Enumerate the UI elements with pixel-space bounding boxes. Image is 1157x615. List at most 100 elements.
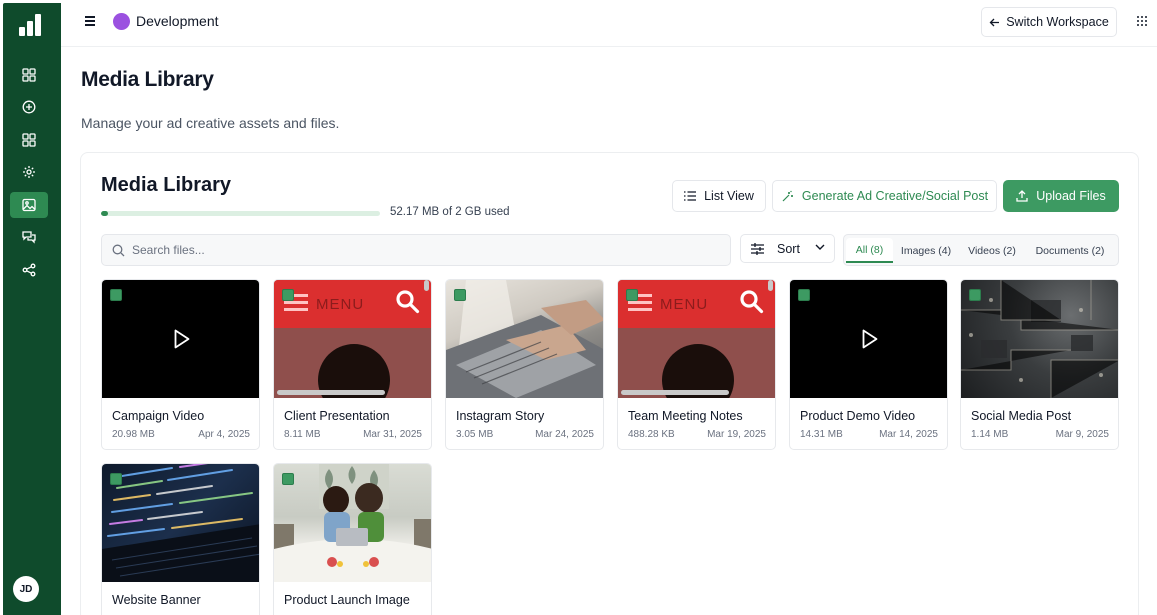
media-card[interactable]: Campaign Video 20.98 MB Apr 4, 2025 [101,279,260,450]
media-name: Campaign Video [112,409,205,423]
thumbnail-menu-text: MENU [660,296,709,313]
media-card[interactable]: MENU Client Presentation 8.11 MB Mar 31,… [273,279,432,450]
select-checkbox[interactable] [454,289,466,301]
select-checkbox[interactable] [110,289,122,301]
list-icon [684,191,697,201]
upload-files-button[interactable]: Upload Files [1003,180,1119,212]
circuit-board-photo [961,280,1118,398]
sidebar-item-media-library[interactable] [10,192,48,218]
media-size: 1.14 MB [971,429,1009,440]
search-icon [112,244,125,257]
add-circle-icon [22,100,36,114]
tab-images[interactable]: Images (4) [894,238,958,263]
sidebar-item-create[interactable] [10,94,48,120]
media-thumbnail [961,280,1118,398]
media-thumbnail: MENU [618,280,775,398]
people-on-bed-photo [274,464,431,582]
sidebar-item-settings[interactable] [10,159,48,185]
select-checkbox[interactable] [969,289,981,301]
play-icon [862,329,878,349]
page-subtitle: Manage your ad creative assets and files… [81,115,340,131]
apps-grid-icon[interactable] [1137,16,1147,26]
list-view-button[interactable]: List View [672,180,766,212]
media-thumbnail [102,464,259,582]
media-thumbnail [274,464,431,582]
generate-ad-creative-button[interactable]: Generate Ad Creative/Social Post [772,180,997,212]
thumbnail-scrollbar[interactable] [621,390,729,395]
media-date: Apr 4, 2025 [198,429,250,440]
sort-dropdown[interactable]: Sort [740,234,835,263]
select-checkbox[interactable] [110,473,122,485]
switch-workspace-label: Switch Workspace [1006,15,1109,29]
tab-documents[interactable]: Documents (2) [1026,238,1114,263]
sidebar-item-apps[interactable] [10,127,48,153]
tab-all[interactable]: All (8) [846,238,893,263]
select-checkbox[interactable] [282,473,294,485]
media-card[interactable]: Product Demo Video 14.31 MB Mar 14, 2025 [789,279,948,450]
laptop-photo [446,280,603,398]
thumbnail-menu-text: MENU [316,296,365,313]
media-name: Social Media Post [971,409,1072,423]
code-screen-photo [102,464,259,582]
sort-icon [751,243,764,255]
media-date: Mar 31, 2025 [363,429,422,440]
search-bar [101,234,731,266]
sidebar-item-dashboard[interactable] [10,62,48,88]
app-logo[interactable] [19,12,43,36]
user-avatar[interactable]: JD [13,576,39,602]
sidebar: JD [3,3,61,615]
switch-workspace-button[interactable]: Switch Workspace [981,7,1117,37]
media-library-card: Media Library 52.17 MB of 2 GB used List… [80,152,1139,615]
storage-usage-text: 52.17 MB of 2 GB used [390,206,510,218]
workspace-color-dot [113,13,130,30]
media-date: Mar 19, 2025 [707,429,766,440]
media-name: Instagram Story [456,409,545,423]
play-icon [174,329,190,349]
media-name: Product Launch Image [284,593,410,607]
search-input[interactable] [132,235,722,265]
gear-icon [23,166,35,178]
media-name: Website Banner [112,593,201,607]
media-date: Mar 9, 2025 [1055,429,1109,440]
media-size: 8.11 MB [284,429,321,440]
media-size: 14.31 MB [800,429,843,440]
thumbnail-scrollbar[interactable] [277,390,385,395]
media-card[interactable]: Social Media Post 1.14 MB Mar 9, 2025 [960,279,1119,450]
sort-label: Sort [777,242,800,256]
library-title: Media Library [101,174,232,196]
thumbnail-search-icon [396,290,420,314]
media-size: 3.05 MB [456,429,494,440]
upload-files-label: Upload Files [1036,189,1106,203]
media-card[interactable]: MENU Team Meeting Notes 488.28 KB Mar 19… [617,279,776,450]
sidebar-item-messages[interactable] [10,224,48,250]
workspace-name: Development [136,13,219,29]
list-view-label: List View [704,189,754,203]
select-checkbox[interactable] [626,289,638,301]
select-checkbox[interactable] [282,289,294,301]
chevron-down-icon [815,244,825,250]
thumbnail-scrollbar-vertical[interactable] [768,280,773,291]
grid-icon [22,133,36,147]
dashboard-icon [22,68,36,82]
select-checkbox[interactable] [798,289,810,301]
hamburger-menu-icon[interactable] [85,16,97,26]
media-name: Product Demo Video [800,409,916,423]
media-thumbnail [790,280,947,398]
storage-usage-bar [101,211,380,216]
image-icon [22,198,36,212]
page-title: Media Library [81,68,214,91]
media-size: 488.28 KB [628,429,675,440]
magic-wand-icon [782,190,793,201]
sidebar-item-share[interactable] [10,257,48,283]
media-date: Mar 24, 2025 [535,429,594,440]
tab-videos[interactable]: Videos (2) [960,238,1024,263]
media-card[interactable]: Website Banner [101,463,260,615]
share-icon [22,263,36,277]
media-card[interactable]: Product Launch Image [273,463,432,615]
media-thumbnail: MENU [274,280,431,398]
upload-icon [1016,190,1028,202]
media-name: Team Meeting Notes [628,409,743,423]
media-date: Mar 14, 2025 [879,429,938,440]
thumbnail-scrollbar-vertical[interactable] [424,280,429,291]
media-card[interactable]: Instagram Story 3.05 MB Mar 24, 2025 [445,279,604,450]
